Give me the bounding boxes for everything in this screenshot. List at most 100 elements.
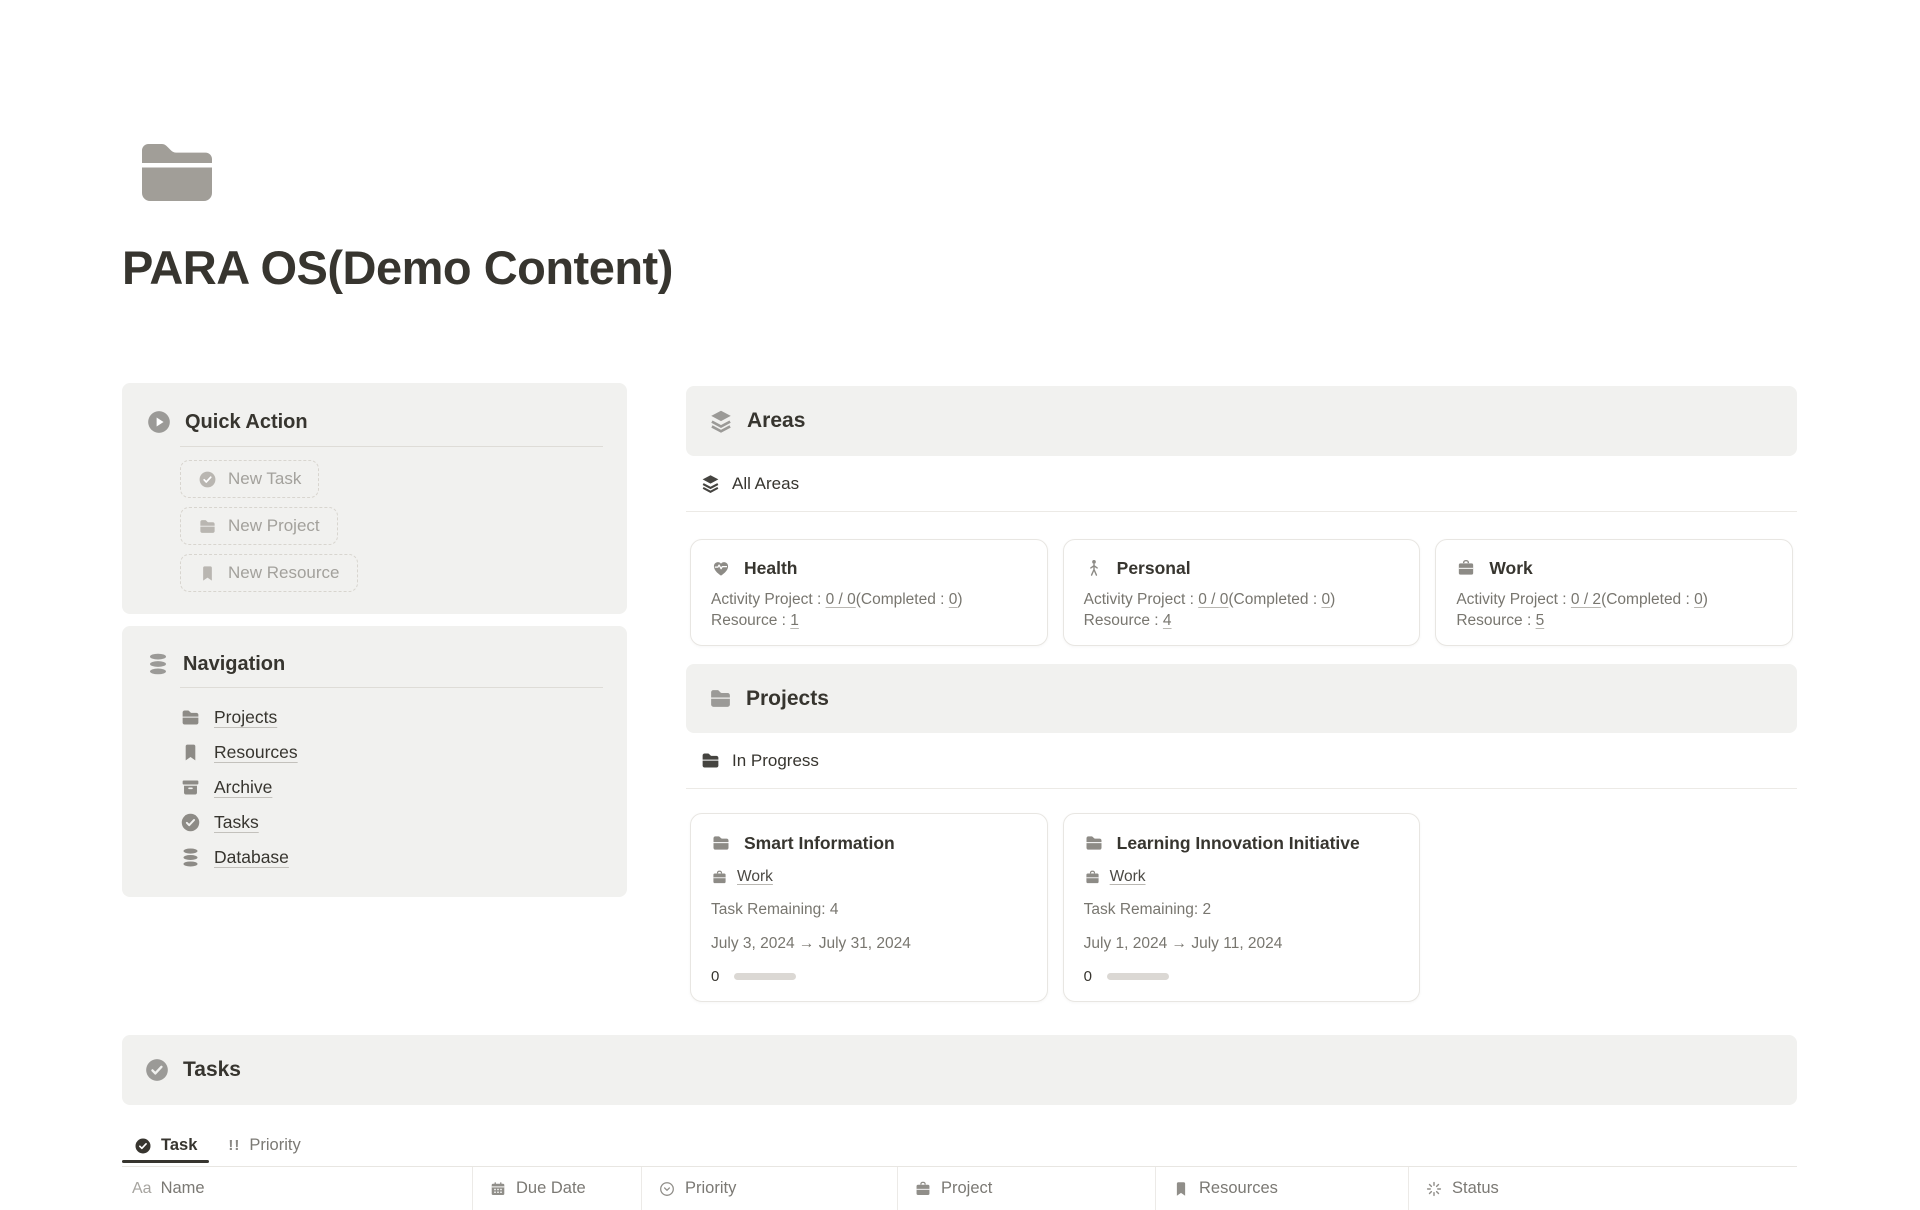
new-resource-label: New Resource xyxy=(228,563,340,583)
resource-value-link[interactable]: 5 xyxy=(1536,612,1545,629)
tab-task-label: Task xyxy=(161,1136,197,1155)
date-range: July 1, 2024 → July 11, 2024 xyxy=(1084,933,1400,954)
folder-icon xyxy=(711,833,731,853)
area-card-title-row: Work xyxy=(1456,556,1772,580)
completed-value-link[interactable]: 0 xyxy=(1321,591,1330,608)
view-tabs: Task !! Priority xyxy=(122,1132,1797,1166)
activity-label: Activity Project : xyxy=(1456,591,1571,608)
progress-value: 0 xyxy=(711,968,719,985)
areas-section-header: Areas xyxy=(686,386,1797,456)
table-header-row: Aa Name Due Date Priority Project Resour… xyxy=(122,1166,1797,1210)
area-card-title-row: Health xyxy=(711,556,1027,580)
column-header-due-date[interactable]: Due Date xyxy=(472,1167,641,1210)
layers-icon xyxy=(700,473,721,494)
quick-action-title: Quick Action xyxy=(185,411,308,434)
area-card-work[interactable]: Work Activity Project : 0 / 2(Completed … xyxy=(1435,539,1793,646)
column-header-status[interactable]: Status xyxy=(1408,1167,1797,1210)
resource-line: Resource : 5 xyxy=(1456,610,1772,631)
column-header-name[interactable]: Aa Name xyxy=(122,1167,472,1210)
new-project-label: New Project xyxy=(228,516,320,536)
page-title: PARA OS(Demo Content) xyxy=(122,240,673,295)
completed-close: ) xyxy=(1330,591,1335,608)
new-task-button[interactable]: New Task xyxy=(180,460,319,498)
tasks-section-header: Tasks xyxy=(122,1035,1797,1105)
bookmark-icon xyxy=(180,742,201,763)
activity-value-link[interactable]: 0 / 0 xyxy=(1198,591,1228,608)
divider xyxy=(180,446,603,447)
nav-resources-label: Resources xyxy=(214,742,298,763)
project-category-link[interactable]: Work xyxy=(737,868,773,886)
project-card-name: Learning Innovation Initiative xyxy=(1117,831,1360,855)
in-progress-row[interactable]: In Progress xyxy=(686,733,1797,789)
activity-value-link[interactable]: 0 / 0 xyxy=(826,591,856,608)
folder-icon xyxy=(1084,833,1104,853)
nav-projects-label: Projects xyxy=(214,707,277,728)
resource-value-link[interactable]: 1 xyxy=(790,612,799,629)
layers-icon xyxy=(708,408,734,434)
bookmark-icon xyxy=(1172,1180,1190,1198)
area-card-title-row: Personal xyxy=(1084,556,1400,580)
resource-label: Resource : xyxy=(711,612,790,629)
activity-line: Activity Project : 0 / 0(Completed : 0) xyxy=(711,589,1027,610)
date-range: July 3, 2024 → July 31, 2024 xyxy=(711,933,1027,954)
area-card-name: Health xyxy=(744,556,797,580)
area-cards: Health Activity Project : 0 / 0(Complete… xyxy=(686,539,1797,646)
navigation-list: Projects Resources Archive Tasks Databas… xyxy=(180,698,603,875)
nav-item-resources[interactable]: Resources xyxy=(180,735,603,770)
tab-priority[interactable]: !! Priority xyxy=(216,1132,312,1166)
play-circle-icon xyxy=(146,409,172,435)
progress-bar xyxy=(734,973,796,980)
text-icon: Aa xyxy=(132,1180,152,1198)
nav-item-tasks[interactable]: Tasks xyxy=(180,805,603,840)
column-header-priority[interactable]: Priority xyxy=(641,1167,897,1210)
nav-archive-label: Archive xyxy=(214,777,272,798)
activity-value-link[interactable]: 0 / 2 xyxy=(1571,591,1601,608)
column-resources-label: Resources xyxy=(1199,1179,1278,1198)
area-card-health[interactable]: Health Activity Project : 0 / 0(Complete… xyxy=(690,539,1048,646)
divider xyxy=(180,687,603,688)
progress-row: 0 xyxy=(711,968,1027,985)
archive-icon xyxy=(180,777,201,798)
new-resource-button[interactable]: New Resource xyxy=(180,554,358,592)
column-header-resources[interactable]: Resources xyxy=(1155,1167,1408,1210)
project-category-link[interactable]: Work xyxy=(1110,868,1146,886)
navigation-header: Navigation xyxy=(146,652,603,676)
area-card-name: Work xyxy=(1489,556,1532,580)
project-card-learning-innovation[interactable]: Learning Innovation Initiative Work Task… xyxy=(1063,813,1421,1002)
activity-line: Activity Project : 0 / 2(Completed : 0) xyxy=(1456,589,1772,610)
folder-icon xyxy=(700,750,721,771)
nav-item-database[interactable]: Database xyxy=(180,840,603,875)
all-areas-row[interactable]: All Areas xyxy=(686,456,1797,512)
bookmark-icon xyxy=(198,564,217,583)
project-category-row: Work xyxy=(711,868,1027,886)
new-project-button[interactable]: New Project xyxy=(180,507,338,545)
area-card-name: Personal xyxy=(1117,556,1191,580)
area-card-stats: Activity Project : 0 / 0(Completed : 0) … xyxy=(711,589,1027,631)
activity-label: Activity Project : xyxy=(1084,591,1199,608)
page-folder-icon[interactable] xyxy=(137,137,217,205)
select-circle-icon xyxy=(658,1180,676,1198)
column-project-label: Project xyxy=(941,1179,992,1198)
column-header-project[interactable]: Project xyxy=(897,1167,1155,1210)
resource-label: Resource : xyxy=(1456,612,1535,629)
area-card-personal[interactable]: Personal Activity Project : 0 / 0(Comple… xyxy=(1063,539,1421,646)
project-card-smart-information[interactable]: Smart Information Work Task Remaining: 4… xyxy=(690,813,1048,1002)
check-circle-icon xyxy=(144,1057,170,1083)
calendar-icon xyxy=(489,1180,507,1198)
progress-bar xyxy=(1107,973,1169,980)
resource-line: Resource : 4 xyxy=(1084,610,1400,631)
resource-value-link[interactable]: 4 xyxy=(1163,612,1172,629)
nav-database-label: Database xyxy=(214,847,289,868)
quick-action-panel: Quick Action New Task New Project New Re… xyxy=(122,383,627,614)
heart-pulse-icon xyxy=(711,558,731,578)
nav-item-projects[interactable]: Projects xyxy=(180,700,603,735)
resource-line: Resource : 1 xyxy=(711,610,1027,631)
briefcase-icon xyxy=(1456,558,1476,578)
nav-item-archive[interactable]: Archive xyxy=(180,770,603,805)
briefcase-icon xyxy=(914,1180,932,1198)
column-name-label: Name xyxy=(161,1179,205,1198)
completed-value-link[interactable]: 0 xyxy=(1694,591,1703,608)
tasks-section: Tasks Task !! Priority Aa Name Due Date … xyxy=(122,1035,1797,1210)
briefcase-icon xyxy=(1084,869,1101,886)
tab-task[interactable]: Task xyxy=(122,1132,209,1166)
